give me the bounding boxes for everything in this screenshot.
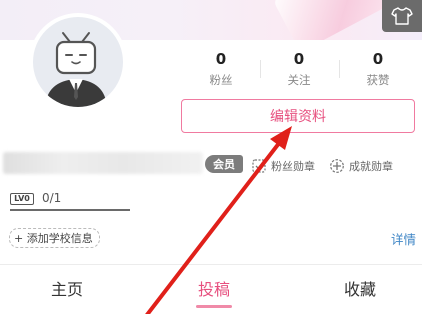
following-count: 0: [293, 50, 305, 68]
level-progress-bar: [10, 209, 130, 211]
vip-badge[interactable]: 会员: [205, 155, 243, 173]
edit-profile-button[interactable]: 编辑资料: [181, 99, 415, 133]
tab-home[interactable]: 主页: [17, 276, 117, 300]
cover-decoration: [272, 0, 398, 40]
stat-likes[interactable]: 0 获赞: [348, 50, 408, 88]
stat-divider: [260, 60, 261, 78]
tab-favorites[interactable]: 收藏: [310, 276, 410, 300]
fan-medal[interactable]: 粉丝勋章: [251, 158, 315, 174]
avatar[interactable]: [29, 13, 127, 111]
add-school-button[interactable]: + 添加学校信息: [9, 228, 100, 248]
fans-label: 粉丝: [209, 73, 233, 87]
achievement-medal-label: 成就勋章: [349, 160, 393, 173]
details-link[interactable]: 详情: [391, 229, 416, 248]
likes-count: 0: [372, 50, 384, 68]
likes-label: 获赞: [366, 73, 390, 87]
fan-medal-icon: [252, 159, 266, 173]
achievement-medal-icon: [330, 159, 344, 173]
fans-count: 0: [215, 50, 227, 68]
stat-following[interactable]: 0 关注: [269, 50, 329, 88]
active-tab-indicator: [196, 305, 232, 308]
tab-submissions[interactable]: 投稿: [164, 276, 264, 300]
fan-medal-label: 粉丝勋章: [271, 160, 315, 173]
level-badge[interactable]: LV0: [10, 193, 34, 205]
following-label: 关注: [287, 73, 311, 87]
tab-bar-divider: [0, 264, 422, 265]
stat-fans[interactable]: 0 粉丝: [191, 50, 251, 88]
stat-divider: [339, 60, 340, 78]
username-blurred: [3, 152, 203, 174]
tv-mascot-avatar: [33, 17, 123, 107]
achievement-medal[interactable]: 成就勋章: [329, 158, 393, 174]
shirt-icon: [391, 7, 413, 25]
theme-dressup-button[interactable]: [382, 0, 422, 32]
level-progress-text: 0/1: [42, 191, 62, 205]
